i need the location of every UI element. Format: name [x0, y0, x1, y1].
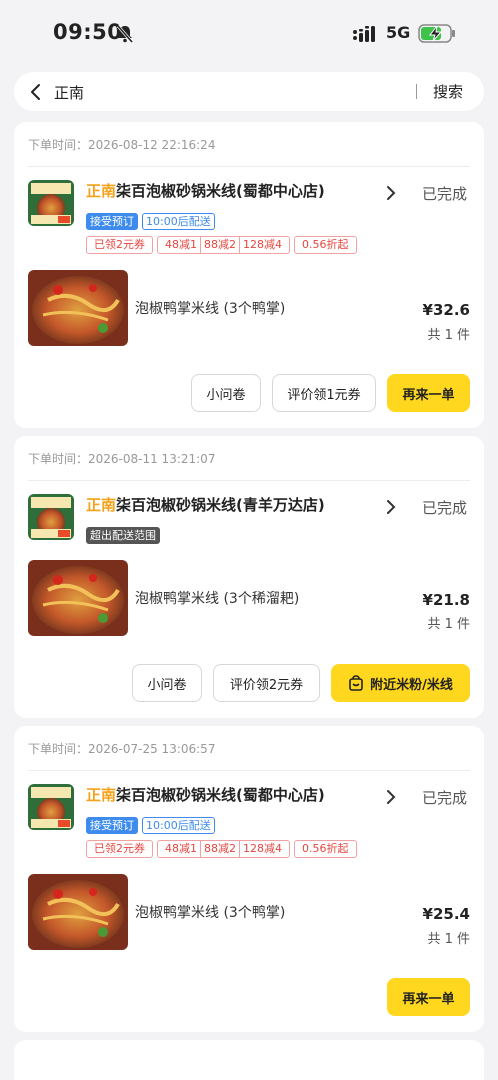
nearby-noodles-button[interactable]: 附近米粉/米线 — [331, 664, 470, 702]
order-status: 已完成 — [422, 499, 468, 517]
search-divider — [416, 84, 417, 99]
order-time: 下单时间：2026-07-25 13:06:57 — [28, 742, 216, 756]
promo-row: 已领2元券 48减1 88减2 128减4 0.56折起 — [86, 840, 357, 858]
dish-image[interactable] — [28, 560, 128, 636]
dish-name: 泡椒鸭掌米线 (3个鸭掌) — [135, 301, 286, 317]
signal-icon — [353, 26, 375, 42]
discount-badge: 48减1 88减2 128减4 — [157, 236, 290, 254]
store-name-rest: 柒百泡椒砂锅米线(蜀都中心店) — [116, 786, 325, 804]
store-name[interactable]: 正南柒百泡椒砂锅米线(蜀都中心店) — [86, 180, 325, 201]
survey-button[interactable]: 小问卷 — [132, 664, 202, 702]
store-name[interactable]: 正南柒百泡椒砂锅米线(青羊万达店) — [86, 494, 325, 515]
coupon-badge: 已领2元券 — [86, 236, 153, 254]
coupon-badge: 已领2元券 — [86, 840, 153, 858]
order-card[interactable]: 下单时间：2026-07-25 13:06:57 正南柒百泡椒砂锅米线(蜀都中心… — [14, 726, 484, 1032]
order-card[interactable]: 下单时间：2026-08-11 13:21:07 正南柒百泡椒砂锅米线(青羊万达… — [14, 436, 484, 718]
store-brand: 正南 — [86, 496, 117, 514]
survey-button[interactable]: 小问卷 — [191, 374, 261, 412]
item-count: 共 1 件 — [427, 328, 470, 343]
order-status: 已完成 — [422, 185, 468, 203]
rate-badge: 0.56折起 — [294, 236, 357, 254]
rate-badge: 0.56折起 — [294, 840, 357, 858]
store-brand: 正南 — [86, 182, 117, 200]
tag-row: 接受预订 10:00后配送 — [86, 817, 215, 834]
booking-tag: 接受预订 — [86, 213, 138, 230]
review-button[interactable]: 评价领2元券 — [213, 664, 320, 702]
chevron-right-icon[interactable] — [385, 788, 397, 806]
reorder-button[interactable]: 再来一单 — [387, 374, 470, 412]
out-of-range-tag: 超出配送范围 — [86, 527, 160, 544]
item-count: 共 1 件 — [427, 617, 470, 632]
chevron-right-icon[interactable] — [385, 184, 397, 202]
price: ¥21.8 — [422, 591, 470, 609]
order-time: 下单时间：2026-08-12 22:16:24 — [28, 138, 216, 152]
dish-name: 泡椒鸭掌米线 (3个鸭掌) — [135, 905, 286, 921]
order-card-partial[interactable] — [14, 1040, 484, 1080]
store-brand: 正南 — [86, 786, 117, 804]
store-name[interactable]: 正南柒百泡椒砂锅米线(蜀都中心店) — [86, 784, 325, 805]
order-status: 已完成 — [422, 789, 468, 807]
store-logo[interactable] — [28, 784, 74, 830]
search-bar: 正南 搜索 — [14, 72, 484, 111]
status-time: 09:50 — [53, 20, 123, 44]
delivery-time-tag: 10:00后配送 — [142, 817, 215, 834]
price: ¥32.6 — [422, 301, 470, 319]
delivery-time-tag: 10:00后配送 — [142, 213, 215, 230]
divider — [28, 480, 470, 481]
shopping-bag-icon — [349, 675, 363, 691]
dish-name: 泡椒鸭掌米线 (3个稀溜耙) — [135, 591, 300, 607]
divider — [28, 770, 470, 771]
review-button[interactable]: 评价领1元券 — [272, 374, 376, 412]
bell-muted-icon — [116, 25, 134, 43]
discount-badge: 48减1 88减2 128减4 — [157, 840, 290, 858]
chevron-right-icon[interactable] — [385, 498, 397, 516]
store-logo[interactable] — [28, 494, 74, 540]
divider — [28, 166, 470, 167]
item-count: 共 1 件 — [427, 932, 470, 947]
promo-row: 已领2元券 48减1 88减2 128减4 0.56折起 — [86, 236, 357, 254]
tag-row: 超出配送范围 — [86, 527, 160, 544]
search-input[interactable]: 正南 — [54, 82, 84, 103]
store-name-rest: 柒百泡椒砂锅米线(蜀都中心店) — [116, 182, 325, 200]
store-logo[interactable] — [28, 180, 74, 226]
booking-tag: 接受预订 — [86, 817, 138, 834]
battery-charging-icon — [418, 24, 455, 43]
dish-image[interactable] — [28, 270, 128, 346]
price: ¥25.4 — [422, 905, 470, 923]
status-bar: 09:50 5G — [0, 0, 498, 66]
tag-row: 接受预订 10:00后配送 — [86, 213, 215, 230]
dish-image[interactable] — [28, 874, 128, 950]
store-name-rest: 柒百泡椒砂锅米线(青羊万达店) — [116, 496, 325, 514]
search-button[interactable]: 搜索 — [433, 81, 463, 102]
order-time: 下单时间：2026-08-11 13:21:07 — [28, 452, 216, 466]
nearby-noodles-label: 附近米粉/米线 — [370, 677, 453, 693]
order-card[interactable]: 下单时间：2026-08-12 22:16:24 正南柒百泡椒砂锅米线(蜀都中心… — [14, 122, 484, 428]
reorder-button[interactable]: 再来一单 — [387, 978, 470, 1016]
back-icon[interactable] — [28, 83, 44, 101]
network-label: 5G — [386, 23, 411, 42]
